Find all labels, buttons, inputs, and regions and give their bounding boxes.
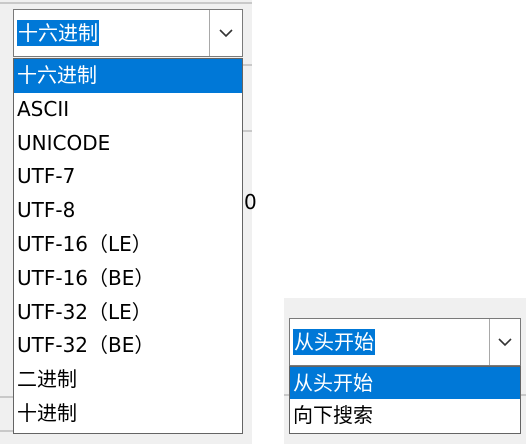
encoding-option-utf7[interactable]: UTF-7 — [14, 160, 242, 194]
search-mode-dropdown-list: 从头开始 向下搜索 — [289, 366, 521, 434]
search-mode-combobox[interactable]: 从头开始 — [289, 318, 521, 366]
encoding-option-utf16le[interactable]: UTF-16（LE） — [14, 228, 242, 262]
encoding-option-utf16be[interactable]: UTF-16（BE） — [14, 262, 242, 296]
divider-line — [0, 430, 14, 432]
encoding-selected-value: 十六进制 — [17, 20, 99, 46]
divider-line — [0, 396, 14, 398]
encoding-panel: 0 十六进制 十六进制 ASCII UNICODE UTF-7 UTF-8 UT… — [0, 0, 257, 444]
encoding-dropdown-list: 十六进制 ASCII UNICODE UTF-7 UTF-8 UTF-16（LE… — [13, 58, 243, 434]
search-mode-selected-value: 从头开始 — [293, 329, 375, 355]
chevron-down-icon — [498, 337, 512, 346]
divider-line — [0, 2, 252, 4]
encoding-dropdown-button[interactable] — [209, 10, 242, 56]
search-panel: 从头开始 从头开始 向下搜索 — [284, 298, 526, 444]
search-option-search-down[interactable]: 向下搜索 — [290, 399, 520, 431]
encoding-combobox[interactable]: 十六进制 — [13, 9, 243, 57]
encoding-option-binary[interactable]: 二进制 — [14, 363, 242, 397]
encoding-option-utf32le[interactable]: UTF-32（LE） — [14, 296, 242, 330]
encoding-option-utf8[interactable]: UTF-8 — [14, 194, 242, 228]
background-text-fragment: 0 — [244, 190, 257, 214]
encoding-option-hex[interactable]: 十六进制 — [14, 59, 242, 93]
encoding-option-ascii[interactable]: ASCII — [14, 93, 242, 127]
search-mode-dropdown-button[interactable] — [489, 319, 520, 365]
search-option-from-start[interactable]: 从头开始 — [290, 367, 520, 399]
chevron-down-icon — [219, 28, 233, 37]
screenshot-stage: 0 十六进制 十六进制 ASCII UNICODE UTF-7 UTF-8 UT… — [0, 0, 526, 444]
encoding-option-decimal[interactable]: 十进制 — [14, 397, 242, 431]
encoding-option-utf32be[interactable]: UTF-32（BE） — [14, 329, 242, 363]
encoding-option-unicode[interactable]: UNICODE — [14, 127, 242, 161]
